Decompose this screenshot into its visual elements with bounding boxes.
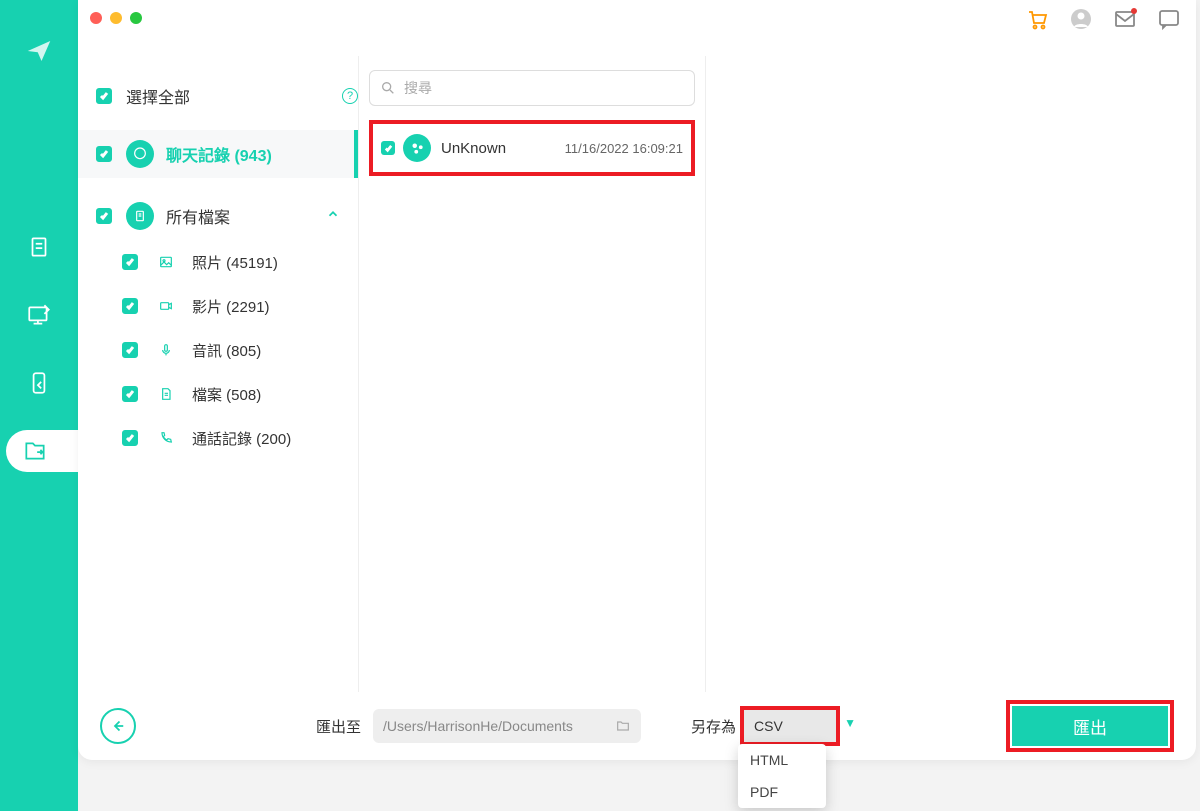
allfiles-label: 所有檔案 <box>166 204 326 228</box>
entry-name: UnKnown <box>441 140 565 157</box>
mail-icon[interactable] <box>1112 6 1138 32</box>
category-sidebar: 選擇全部 ? 聊天記錄 (943) 所有檔案 照片 (45191) <box>78 56 358 692</box>
export-path-text: /Users/HarrisonHe/Documents <box>383 718 573 734</box>
main-panel: 選擇全部 ? 聊天記錄 (943) 所有檔案 照片 (45191) <box>78 0 1196 760</box>
conversation-list: 搜尋 UnKnown 11/16/2022 16:09:21 <box>358 56 706 692</box>
sidebar-item-photos[interactable]: 照片 (45191) <box>78 240 358 284</box>
export-footer: 匯出至 /Users/HarrisonHe/Documents 另存為 CSV … <box>78 692 1196 760</box>
sidebar-sub-label: 通話記錄 (200) <box>192 428 358 449</box>
checkbox-icon[interactable] <box>96 208 112 224</box>
search-placeholder: 搜尋 <box>404 78 432 98</box>
nav-screen-icon[interactable] <box>18 294 60 336</box>
app-logo-icon <box>24 36 54 66</box>
avatar-icon <box>403 134 431 162</box>
sidebar-item-allfiles[interactable]: 所有檔案 <box>78 192 358 240</box>
video-icon <box>152 292 180 320</box>
back-button[interactable] <box>100 708 136 744</box>
format-selected: CSV <box>754 718 783 734</box>
sidebar-item-docs[interactable]: 檔案 (508) <box>78 372 358 416</box>
phone-icon <box>152 424 180 452</box>
preview-pane <box>706 56 1196 692</box>
checkbox-icon[interactable] <box>381 141 395 155</box>
left-nav <box>0 0 78 811</box>
select-all-row[interactable]: 選擇全部 ? <box>78 72 358 120</box>
sidebar-sub-label: 照片 (45191) <box>192 252 358 273</box>
user-icon[interactable] <box>1068 6 1094 32</box>
select-all-label: 選擇全部 <box>126 84 346 108</box>
nav-phone-icon[interactable] <box>18 362 60 404</box>
checkbox-icon[interactable] <box>96 146 112 162</box>
checkbox-icon[interactable] <box>96 88 112 104</box>
caret-down-icon: ▼ <box>844 716 856 730</box>
export-path-input[interactable]: /Users/HarrisonHe/Documents <box>373 709 641 743</box>
chevron-up-icon[interactable] <box>326 207 340 226</box>
nav-transfer-icon[interactable] <box>18 226 60 268</box>
checkbox-icon[interactable] <box>122 298 138 314</box>
chat-icon[interactable] <box>1156 6 1182 32</box>
document-icon <box>152 380 180 408</box>
traffic-light-min[interactable] <box>110 12 122 24</box>
format-options: HTML PDF <box>738 744 826 808</box>
mic-icon <box>152 336 180 364</box>
export-to-label: 匯出至 <box>316 716 361 737</box>
traffic-light-max[interactable] <box>130 12 142 24</box>
nav-export-icon[interactable] <box>6 430 78 472</box>
chat-bubble-icon <box>126 140 154 168</box>
traffic-light-close[interactable] <box>90 12 102 24</box>
checkbox-icon[interactable] <box>122 254 138 270</box>
export-button[interactable]: 匯出 <box>1012 706 1168 746</box>
format-option-pdf[interactable]: PDF <box>738 776 826 808</box>
checkbox-icon[interactable] <box>122 430 138 446</box>
conversation-entry[interactable]: UnKnown 11/16/2022 16:09:21 <box>369 120 695 176</box>
sidebar-item-videos[interactable]: 影片 (2291) <box>78 284 358 328</box>
cart-icon[interactable] <box>1024 6 1050 32</box>
format-option-html[interactable]: HTML <box>738 744 826 776</box>
search-icon <box>380 80 396 96</box>
chat-label: 聊天記錄 (943) <box>166 142 354 166</box>
sidebar-sub-label: 檔案 (508) <box>192 384 358 405</box>
folder-icon <box>615 718 631 734</box>
checkbox-icon[interactable] <box>122 386 138 402</box>
photo-icon <box>152 248 180 276</box>
sidebar-sub-label: 音訊 (805) <box>192 340 358 361</box>
sidebar-item-chat[interactable]: 聊天記錄 (943) <box>78 130 358 178</box>
save-as-label: 另存為 <box>691 716 736 737</box>
entry-date: 11/16/2022 16:09:21 <box>565 141 683 156</box>
files-icon <box>126 202 154 230</box>
format-dropdown[interactable]: CSV <box>740 706 840 746</box>
search-input[interactable]: 搜尋 <box>369 70 695 106</box>
help-icon[interactable]: ? <box>342 88 358 104</box>
sidebar-item-audio[interactable]: 音訊 (805) <box>78 328 358 372</box>
sidebar-item-calls[interactable]: 通話記錄 (200) <box>78 416 358 460</box>
sidebar-sub-label: 影片 (2291) <box>192 296 358 317</box>
checkbox-icon[interactable] <box>122 342 138 358</box>
